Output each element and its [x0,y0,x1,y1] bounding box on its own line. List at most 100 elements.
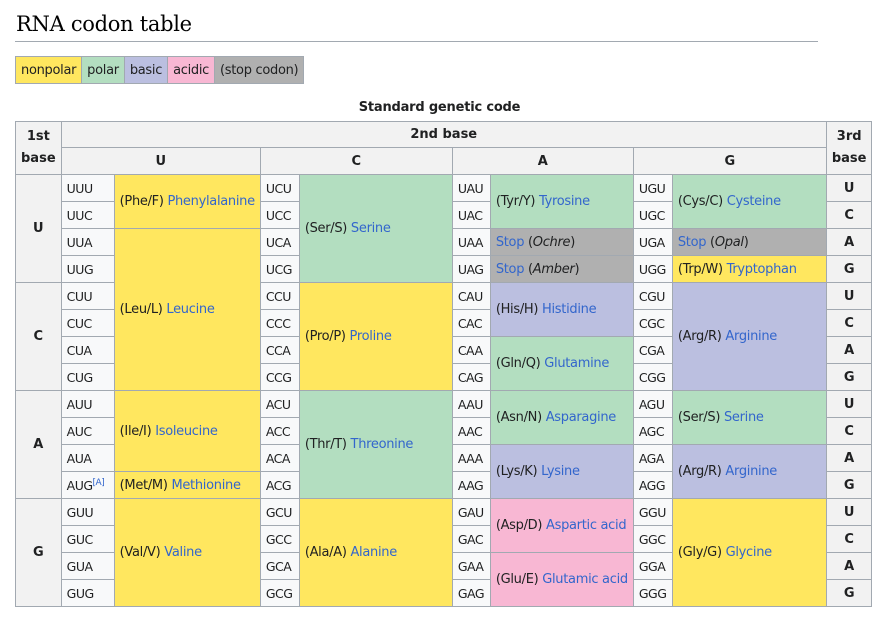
codon-cell: AUC [60,417,115,445]
codon-cell: CGG [632,363,673,391]
amino-acid-cell: (Leu/L) Leucine [113,228,261,391]
codon-cell: CCC [259,309,300,337]
codon-cell: AAA [451,444,491,472]
codon-cell: UAA [451,228,491,256]
codon-cell: CUC [60,309,115,337]
third-base-cell: G [825,579,873,607]
amino-acid-abbr: (Leu/L) [119,302,167,317]
codon-cell: CCG [259,363,300,391]
second-base-u: U [60,147,261,175]
amino-acid-abbr: (Asp/D) [495,518,546,533]
second-base-header: 2nd base [60,121,827,148]
amino-acid-link[interactable]: Aspartic acid [546,518,627,533]
first-base-header: 1st base [15,121,62,175]
third-base-cell: C [825,417,873,445]
codon-cell: GAG [451,579,491,607]
amino-acid-cell: (Arg/R) Arginine [671,282,827,391]
amino-acid-abbr: (His/H) [495,302,543,317]
third-base-cell: C [825,201,873,229]
amino-acid-abbr: (Ala/A) [304,545,351,560]
stop-link[interactable]: Stop [496,262,525,277]
stop-variant: Opal [714,234,744,250]
amino-acid-link[interactable]: Leucine [166,302,214,317]
codon-cell: AUG[A] [60,471,115,499]
second-base-g: G [632,147,827,175]
codon-cell: ACC [259,417,300,445]
codon-cell: UAC [451,201,491,229]
amino-acid-link[interactable]: Asparagine [546,410,617,425]
amino-acid-abbr: (Gln/Q) [495,356,545,371]
codon-cell: CCA [259,336,300,364]
amino-acid-link[interactable]: Cysteine [727,194,781,209]
amino-acid-link[interactable]: Arginine [725,464,777,479]
amino-acid-cell: (Cys/C) Cysteine [671,174,827,229]
codon-cell: UGU [632,174,673,202]
codon-cell: CGC [632,309,673,337]
codon-cell: UUC [60,201,115,229]
amino-acid-link[interactable]: Histidine [542,302,597,317]
amino-acid-link[interactable]: Valine [164,545,202,560]
legend-stop: (stop codon) [215,57,304,83]
amino-acid-link[interactable]: Serine [351,221,391,236]
codon-cell: ACA [259,444,300,472]
amino-acid-link[interactable]: Phenylalanine [167,194,255,209]
table-row: A AUU (Ile/I) Isoleucine ACU (Thr/T) Threoni… [15,390,873,499]
codon-cell: CAG [451,363,491,391]
amino-acid-link[interactable]: Glutamic acid [542,572,628,587]
amino-acid-link[interactable]: Proline [350,329,392,344]
amino-acid-link[interactable]: Alanine [350,545,397,560]
first-base-g: G [15,498,62,607]
codon-cell: GUA [60,552,115,580]
legend-nonpolar: nonpolar [16,57,83,83]
amino-acid-cell: (Lys/K) Lysine [489,444,634,499]
amino-acid-link[interactable]: Tyrosine [539,194,590,209]
codon-cell: GUG [60,579,115,607]
amino-acid-abbr: (Arg/R) [677,329,726,344]
amino-acid-link[interactable]: Serine [724,410,764,425]
first-base-u: U [15,174,62,283]
codon-cell: GUC [60,525,115,553]
amino-acid-abbr: (Cys/C) [677,194,727,209]
amino-acid-cell: (Trp/W) Tryptophan [671,255,827,283]
codon-cell: CAA [451,336,491,364]
codon-cell: UUG [60,255,115,283]
footnote-link[interactable]: [A] [93,477,105,487]
amino-acid-cell: (Asp/D) Aspartic acid [489,498,634,553]
codon-cell: CGU [632,282,673,310]
amino-acid-link[interactable]: Threonine [351,437,414,452]
amino-acid-cell: (Arg/R) Arginine [671,444,827,499]
amino-acid-cell: (His/H) Histidine [489,282,634,337]
table-row: U UUU (Phe/F) Phenylalanine UCU (Ser/S) Seri… [15,174,873,283]
third-base-cell: G [825,255,873,283]
codon-cell: AAC [451,417,491,445]
amino-acid-abbr: (Met/M) [119,477,172,493]
amino-acid-link[interactable]: Tryptophan [727,262,797,277]
stop-link[interactable]: Stop [496,235,525,250]
amino-acid-link[interactable]: Glycine [726,545,773,560]
third-base-header: 3rd base [825,121,873,175]
codon-cell: CAC [451,309,491,337]
color-legend: nonpolar polar basic acidic (stop codon) [15,56,305,84]
codon-cell: AGC [632,417,673,445]
amino-acid-link[interactable]: Arginine [725,329,777,344]
codon-cell: UCG [259,255,300,283]
codon-cell: GGU [632,498,673,526]
codon-cell: GGC [632,525,673,553]
amino-acid-abbr: (Pro/P) [304,329,350,344]
amino-acid-link[interactable]: Glutamine [544,356,609,371]
footnote-ref[interactable]: [A] [93,477,105,487]
third-base-cell: U [825,174,873,202]
codon-cell: AGG [632,471,673,499]
amino-acid-link[interactable]: Isoleucine [155,424,218,439]
table-caption: Standard genetic code [358,100,521,115]
codon-cell: UUA [60,228,115,256]
third-base-cell: A [825,336,873,364]
amino-acid-cell: (Gly/G) Glycine [671,498,827,607]
amino-acid-link[interactable]: Methionine [171,478,241,493]
amino-acid-cell: (Ser/S) Serine [671,390,827,445]
legend-acidic: acidic [168,57,216,83]
amino-acid-abbr: (Lys/K) [495,464,542,479]
amino-acid-link[interactable]: Lysine [541,464,580,479]
third-base-cell: U [825,390,873,418]
stop-link[interactable]: Stop [678,235,707,250]
